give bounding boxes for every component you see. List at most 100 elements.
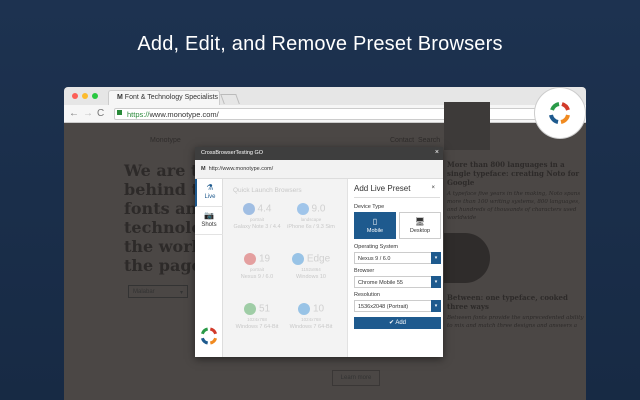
forward-icon[interactable]: →	[83, 108, 93, 119]
device-desktop-button[interactable]: 🖥 Desktop	[399, 212, 441, 239]
browser-card[interactable]: 10 1024x768 Windows 7 64-Bit	[285, 301, 337, 349]
maximize-window-button[interactable]	[92, 93, 98, 99]
browser-select[interactable]: Chrome Mobile 55 ▾	[354, 276, 441, 288]
preset-title: Add Live Preset	[354, 184, 411, 193]
browser-icon	[243, 303, 256, 315]
browser-label: Browser	[354, 268, 375, 274]
url-scheme: https://	[127, 110, 150, 119]
phone-icon: ▯	[372, 217, 378, 226]
cbt-logo-icon	[200, 327, 218, 345]
browser-name: Windows 7 64-Bit	[289, 324, 333, 330]
article-title: More than 800 languages in a single type…	[447, 160, 580, 187]
sidebar-label: Shots	[201, 222, 217, 228]
favicon: M	[117, 94, 123, 101]
browser-name: Windows 7 64-Bit	[235, 324, 279, 330]
cbt-logo-icon	[549, 102, 570, 124]
learn-more-button[interactable]: Learn more	[332, 370, 380, 386]
browser-name: Galaxy Note 3 / 4.4	[233, 224, 281, 230]
quick-launch-area: Quick Launch Browsers 4.4 portrait Galaxy …	[223, 179, 348, 357]
os-label: Operating System	[354, 244, 399, 250]
close-window-button[interactable]	[72, 93, 78, 99]
article-1[interactable]: More than 800 languages in a single type…	[447, 160, 586, 222]
browser-icon	[291, 253, 304, 265]
sidebar-label: Live	[204, 194, 216, 200]
browser-orientation: 1024x768	[247, 317, 267, 322]
os-select[interactable]: Nexus 9 / 6.0 ▾	[354, 252, 441, 264]
resolution-select[interactable]: 1536x2048 (Portrait) ▾	[354, 300, 441, 312]
monitor-icon: 🖥	[414, 217, 426, 226]
address-bar-row: ← → C https://www.monotype.com/	[64, 105, 586, 123]
tab-title: Font & Technology Specialists	[124, 94, 219, 101]
reload-icon[interactable]: C	[97, 108, 104, 119]
quick-launch-title: Quick Launch Browsers	[233, 187, 302, 194]
article-body: A typeface five years in the making, Not…	[447, 191, 581, 221]
flask-icon: ⚗	[206, 183, 214, 192]
device-mobile-button[interactable]: ▯ Mobile	[354, 212, 396, 239]
popup-url: M http://www.monotype.com/	[195, 160, 443, 179]
popup-url-text: http://www.monotype.com/	[208, 166, 274, 172]
sidebar-item-live[interactable]: ⚗ Live	[195, 179, 223, 207]
cbt-go-popup: CrossBrowserTesting GO × M http://www.mon…	[195, 147, 443, 357]
browser-name: iPhone 6s / 9.3 Sim	[287, 224, 335, 230]
browser-orientation: landscape	[300, 217, 322, 222]
chevron-down-icon: ▾	[431, 252, 441, 264]
browser-name: Nexus 9 / 6.0	[240, 274, 274, 280]
add-preset-button[interactable]: ✔ Add	[354, 317, 441, 329]
divider	[354, 197, 440, 198]
browser-version: 4.4	[257, 203, 272, 215]
browser-version: 10	[312, 303, 325, 315]
browser-card[interactable]: 51 1024x768 Windows 7 64-Bit	[231, 301, 283, 349]
chevron-down-icon: ▾	[431, 276, 441, 288]
device-label: Mobile	[366, 228, 384, 234]
popup-close-button[interactable]: ×	[435, 149, 439, 156]
add-live-preset-panel: Add Live Preset × Device Type ▯ Mobile 🖥 D…	[347, 179, 443, 357]
new-tab-button[interactable]	[220, 94, 240, 104]
resolution-label: Resolution	[354, 292, 380, 298]
article-image	[444, 233, 490, 283]
favicon: M	[201, 166, 206, 172]
article-title: Between: one typeface, cooked three ways	[447, 293, 568, 311]
browser-orientation: portrait	[249, 267, 264, 272]
lock-icon	[117, 110, 122, 115]
url-path: www.monotype.com/	[149, 110, 219, 119]
camera-icon: 📷	[204, 211, 214, 220]
font-select-value: Malabar	[133, 289, 155, 295]
sidebar-item-shots[interactable]: 📷 Shots	[195, 207, 223, 235]
preset-close-button[interactable]: ×	[431, 185, 435, 191]
browser-orientation: portrait	[249, 217, 264, 222]
popup-title: CrossBrowserTesting GO	[201, 150, 264, 156]
browser-card[interactable]: 9.0 landscape iPhone 6s / 9.3 Sim	[285, 201, 337, 249]
site-contact-link[interactable]: Contact	[390, 137, 414, 144]
browser-version: 19	[258, 253, 271, 265]
browser-icon	[296, 203, 309, 215]
browser-version: Edge	[306, 253, 331, 265]
site-brand[interactable]: Monotype	[150, 137, 181, 144]
back-icon[interactable]: ←	[69, 108, 79, 119]
font-select[interactable]: Malabar ▾	[128, 285, 188, 298]
os-value: Nexus 9 / 6.0	[358, 256, 391, 262]
browser-name: Windows 10	[296, 274, 326, 280]
article-body: Between fonts provide the unprecedented …	[447, 315, 584, 329]
browser-value: Chrome Mobile 55	[358, 280, 403, 286]
browser-orientation: 1152x864	[301, 267, 321, 272]
chevron-down-icon: ▾	[431, 300, 441, 312]
site-search-link[interactable]: Search	[418, 137, 440, 144]
resolution-value: 1536x2048 (Portrait)	[358, 304, 409, 310]
browser-version: 51	[258, 303, 271, 315]
browser-card[interactable]: Edge 1152x864 Windows 10	[285, 251, 337, 299]
article-image	[444, 102, 490, 150]
article-2[interactable]: Between: one typeface, cooked three ways…	[447, 293, 586, 330]
browser-tab[interactable]: M Font & Technology Specialists	[108, 90, 220, 105]
tab-bar: M Font & Technology Specialists	[64, 87, 586, 105]
browser-version: 9.0	[311, 203, 326, 215]
browser-card[interactable]: 4.4 portrait Galaxy Note 3 / 4.4	[231, 201, 283, 249]
browser-icon	[243, 253, 256, 265]
device-label: Desktop	[409, 228, 431, 234]
minimize-window-button[interactable]	[82, 93, 88, 99]
browser-orientation: 1024x768	[301, 317, 321, 322]
browser-card[interactable]: 19 portrait Nexus 9 / 6.0	[231, 251, 283, 299]
device-type-label: Device Type	[354, 204, 385, 210]
extension-icon-button[interactable]	[535, 88, 585, 138]
browser-icon	[297, 303, 310, 315]
headline: Add, Edit, and Remove Preset Browsers	[137, 33, 503, 55]
